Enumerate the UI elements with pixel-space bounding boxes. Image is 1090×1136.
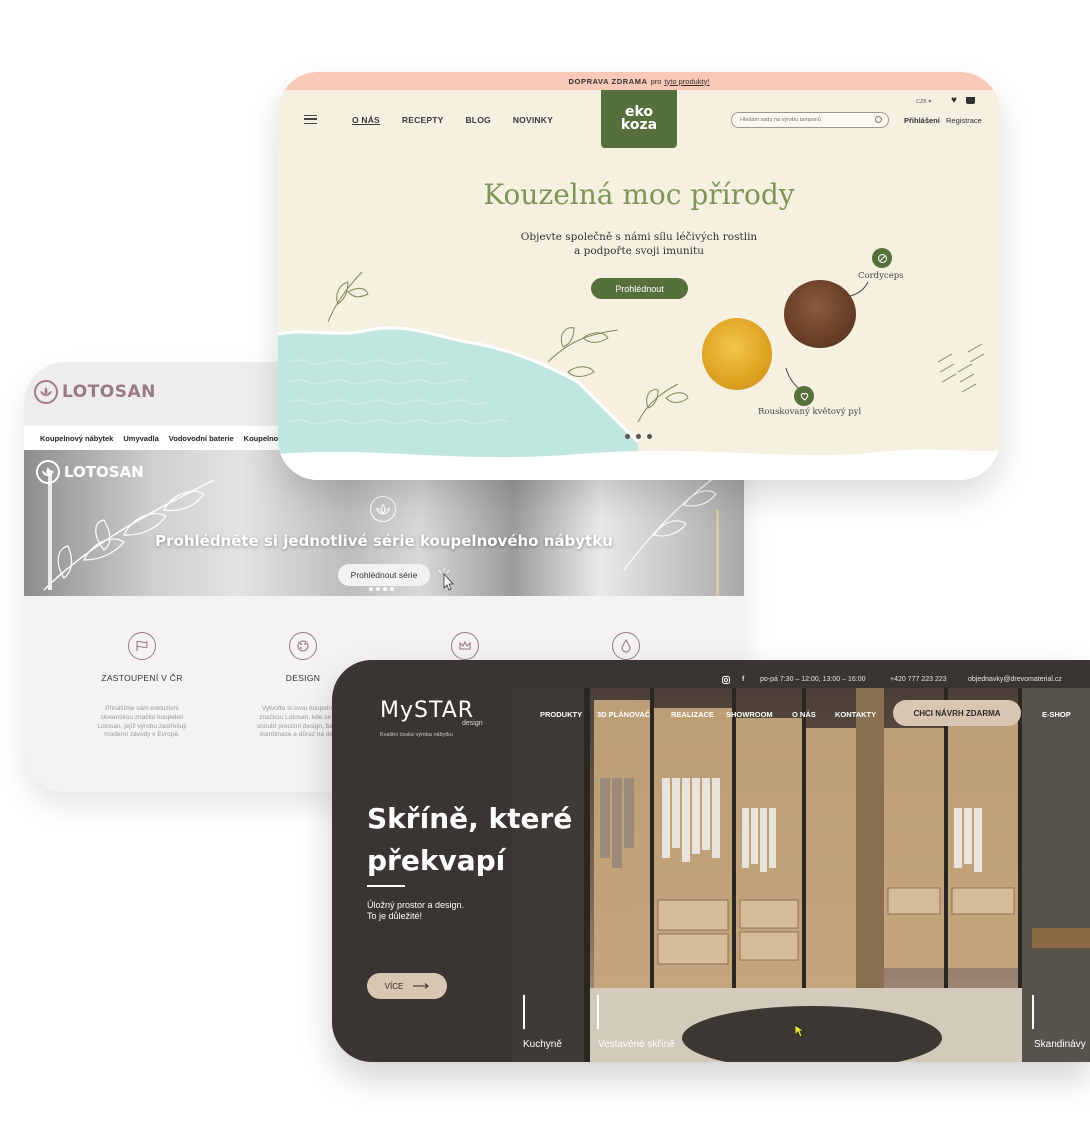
register-link[interactable]: Registrace xyxy=(946,116,982,125)
search-input[interactable] xyxy=(731,112,889,128)
lotus-icon xyxy=(370,496,396,522)
feature-title: ZASTOUPENÍ V ČR xyxy=(101,673,183,683)
mystar-logo[interactable]: MySTAR design Kvalitní česká výroba náby… xyxy=(380,698,483,738)
label-cordyceps: Cordyceps xyxy=(858,271,904,281)
nav-item-kontakty[interactable]: KONTAKTY xyxy=(835,710,876,719)
bee-pollen-image xyxy=(702,318,772,390)
carousel-dots[interactable] xyxy=(625,434,652,439)
nav-item-blog[interactable]: BLOG xyxy=(465,115,490,125)
description-line-2: To je důležité! xyxy=(367,911,423,921)
phone-link[interactable]: +420 777 223 223 xyxy=(890,676,947,683)
logo-tagline: Kvalitní česká výroba nábytku xyxy=(380,732,453,738)
facebook-icon[interactable]: f xyxy=(742,676,744,683)
more-button[interactable]: VÍCE xyxy=(367,973,447,999)
hero-description: Úložný prostor a design. To je důležité! xyxy=(367,900,464,922)
cursor-arrow-icon xyxy=(794,1024,806,1038)
nav-item-showroom[interactable]: SHOWROOM xyxy=(726,710,773,719)
browse-series-button[interactable]: Prohlédnout série xyxy=(338,564,430,586)
logo-sub: design xyxy=(462,720,483,727)
ekokoza-screenshot-card: DOPRAVA ZDRAMA pro tyto produkty! O NÁS … xyxy=(278,72,1000,480)
hero-title: Kouzelná moc přírody xyxy=(483,178,795,211)
feature-text: Přinášíme vám exkluzivní slovenskou znač… xyxy=(97,705,187,739)
ekokoza-nav: O NÁS RECEPTY BLOG NOVINKY xyxy=(352,115,553,125)
logo-line-2: koza xyxy=(620,117,658,133)
currency-select[interactable]: CZK ▾ xyxy=(916,99,931,105)
free-design-button[interactable]: CHCI NÁVRH ZDARMA xyxy=(893,700,1021,726)
lotosan-hero-title: Prohlédněte si jednotlivé série koupelno… xyxy=(155,532,613,550)
nav-item-vodovodni-baterie[interactable]: Vodovodní baterie xyxy=(169,434,234,443)
more-label: VÍCE xyxy=(384,981,404,991)
headline-line-2: překvapí xyxy=(367,844,506,877)
divider xyxy=(367,885,405,887)
nav-item-o-nas[interactable]: O NÁS xyxy=(792,710,816,719)
ekokoza-logo[interactable]: eko koza xyxy=(601,90,677,148)
flag-icon xyxy=(128,632,156,660)
hero-headline: Skříně, které překvapí xyxy=(367,798,572,882)
category-skandinavy[interactable]: Skandinávy xyxy=(1034,1039,1086,1050)
palette-icon xyxy=(289,632,317,660)
browse-button[interactable]: Prohlédnout xyxy=(591,278,688,299)
category-marker xyxy=(597,995,599,1029)
promo-bold: DOPRAVA ZDRAMA xyxy=(568,76,648,86)
hamburger-menu-icon[interactable] xyxy=(304,115,317,124)
lotosan-logo[interactable]: LOTOSAN xyxy=(34,380,156,404)
mystar-screenshot-card: f po-pá 7:30 – 12:00, 13:00 – 16:00 +420… xyxy=(332,660,1090,1062)
category-kuchyne[interactable]: Kuchyně xyxy=(523,1039,562,1050)
label-bee-pollen: Rouskovaný květový pyl xyxy=(758,407,862,417)
nav-item-umyvadla[interactable]: Umyvadla xyxy=(123,434,158,443)
feature-representation: ZASTOUPENÍ V ČR Přinášíme vám exkluzivní… xyxy=(77,632,207,740)
hero-subtitle: Objevte společně s námi sílu léčivých ro… xyxy=(278,230,1000,258)
nav-item-recepty[interactable]: RECEPTY xyxy=(402,115,444,125)
lotosan-logo-text: LOTOSAN xyxy=(62,382,156,402)
nav-item-3d-planovac[interactable]: 3D PLÁNOVAČ xyxy=(597,710,650,719)
login-link[interactable]: Přihlášení xyxy=(904,116,940,125)
nav-item-koupelnov[interactable]: Koupelnov xyxy=(244,434,283,443)
lotus-icon xyxy=(36,460,60,484)
instagram-icon[interactable] xyxy=(722,676,730,684)
description-line-1: Úložný prostor a design. xyxy=(367,900,465,910)
heart-icon[interactable]: ♥ xyxy=(951,95,957,106)
nav-item-koupelnovy-nabytek[interactable]: Koupelnový nábytek xyxy=(40,434,113,443)
logo-text: MySTAR xyxy=(380,698,475,723)
cursor-pointer-icon xyxy=(438,568,454,591)
pollen-badge-icon xyxy=(794,386,814,406)
promo-link[interactable]: tyto produkty! xyxy=(664,77,709,86)
wardrobe-illustration xyxy=(512,688,1090,1062)
category-marker xyxy=(1032,995,1034,1029)
nav-item-o-nas[interactable]: O NÁS xyxy=(352,115,380,125)
arrow-right-icon xyxy=(413,983,430,989)
nav-item-novinky[interactable]: NOVINKY xyxy=(513,115,553,125)
cordyceps-powder-image xyxy=(784,280,856,348)
category-marker xyxy=(523,995,525,1029)
headline-line-1: Skříně, které xyxy=(367,802,573,835)
hero-subtitle-line-1: Objevte společně s námi sílu léčivých ro… xyxy=(520,231,758,243)
crown-icon xyxy=(451,632,479,660)
cordyceps-badge-icon xyxy=(872,248,892,268)
contact-bar xyxy=(332,660,1090,688)
search-icon[interactable] xyxy=(875,116,882,123)
lotus-icon xyxy=(34,380,58,404)
feature-water xyxy=(561,632,691,660)
lotosan-hero-logo-text: LOTOSAN xyxy=(64,463,144,481)
lotosan-hero-logo: LOTOSAN xyxy=(36,460,144,484)
carousel-dots[interactable] xyxy=(369,587,394,591)
nav-item-produkty[interactable]: PRODUKTY xyxy=(540,710,582,719)
email-link[interactable]: objednavky@drevomaterial.cz xyxy=(968,676,1062,683)
drop-icon xyxy=(612,632,640,660)
opening-hours: po-pá 7:30 – 12:00, 13:00 – 16:00 xyxy=(760,676,866,683)
wardrobe-room-image xyxy=(512,688,1090,1062)
nav-item-eshop[interactable]: E-SHOP xyxy=(1042,710,1071,719)
cart-icon[interactable] xyxy=(966,97,975,104)
promo-mid: pro xyxy=(650,76,662,86)
nav-item-realizace[interactable]: REALIZACE xyxy=(671,710,714,719)
feature-quality xyxy=(400,632,530,660)
category-vestavene-skrine[interactable]: Vestavěné skříně xyxy=(598,1039,675,1050)
promo-bar: DOPRAVA ZDRAMA pro tyto produkty! xyxy=(278,72,1000,90)
